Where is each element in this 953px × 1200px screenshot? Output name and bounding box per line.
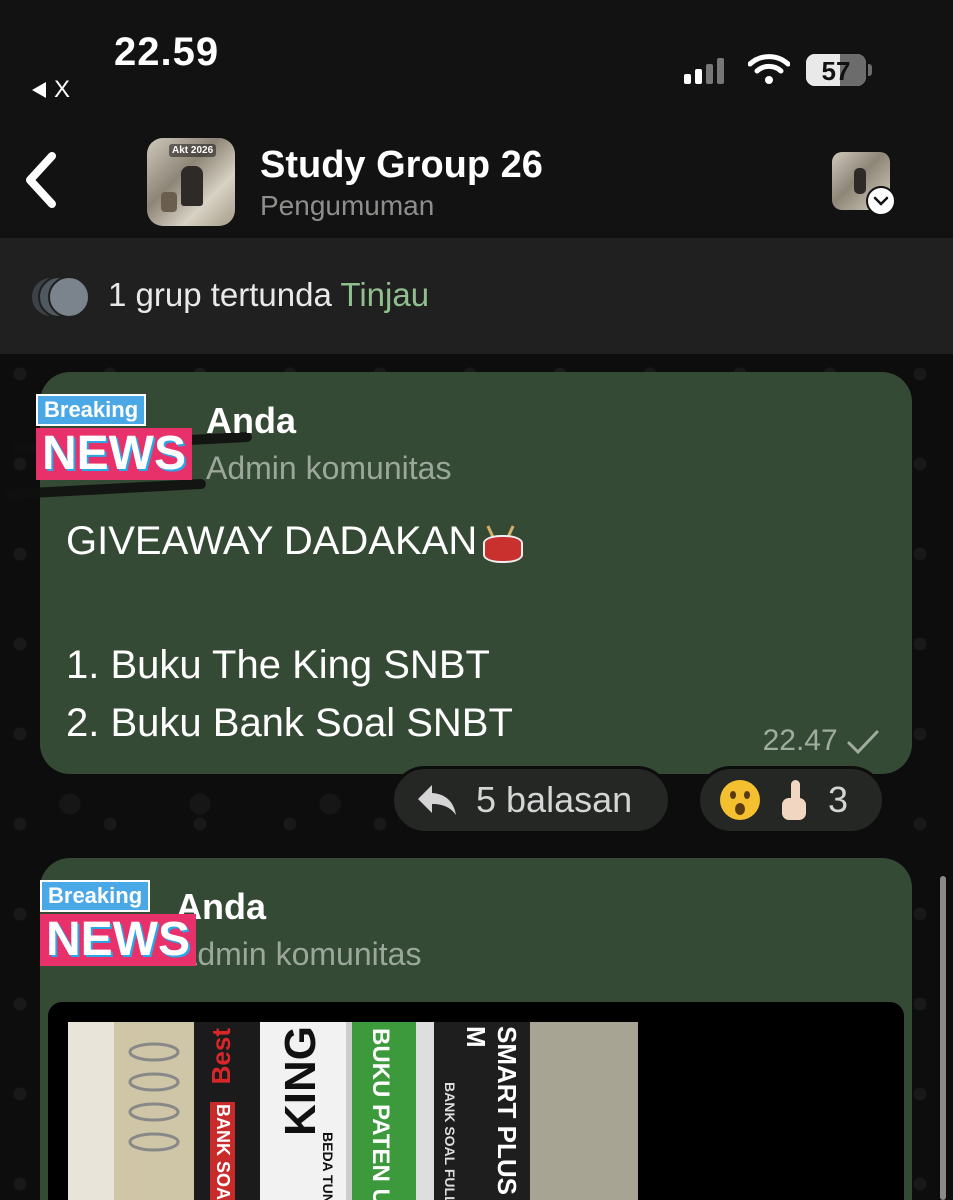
replies-count: 5 balasan <box>476 779 633 820</box>
photo-book: Best BANK SOAL <box>194 1022 260 1200</box>
wifi-icon <box>748 54 790 84</box>
back-triangle-icon <box>32 82 46 98</box>
replies-button[interactable]: 5 balasan <box>391 766 671 834</box>
status-time: 22.59 <box>114 30 220 74</box>
message-line: 2. Buku Bank Soal SNBT <box>66 701 513 745</box>
book-title: BANK SOAL <box>210 1102 235 1200</box>
battery-level: 57 <box>821 56 851 86</box>
community-avatar-figure <box>854 168 866 194</box>
badge-news: NEWS <box>40 914 196 966</box>
breaking-news-badge: Breaking NEWS <box>40 880 196 966</box>
chat-area[interactable]: Anda Admin komunitas Breaking NEWS GIVEA… <box>0 354 953 1200</box>
avatar-figure <box>181 166 203 206</box>
community-switcher[interactable] <box>832 152 896 216</box>
message-photo[interactable]: Best BANK SOAL KING BEDA TUNT BUKU PATEN… <box>48 1002 904 1200</box>
reactions-button[interactable]: 3 <box>697 766 885 834</box>
message-text: GIVEAWAY DADAKAN <box>66 519 478 563</box>
pending-count-text: 1 grup tertunda <box>108 276 332 313</box>
signal-icon <box>684 56 724 84</box>
photo-book: KING BEDA TUNT <box>260 1022 346 1200</box>
book-title: BEDA TUNT <box>320 1132 336 1200</box>
badge-breaking: Breaking <box>40 880 151 912</box>
battery-icon: 57 <box>806 54 866 86</box>
sender-name[interactable]: Anda <box>206 400 296 442</box>
pending-text: 1 grup tertunda Tinjau <box>108 276 429 314</box>
group-title[interactable]: Study Group 26 <box>260 144 543 187</box>
book-title: KING <box>276 1026 325 1136</box>
avatar-figure-2 <box>161 192 177 212</box>
drum-emoji-icon <box>481 525 524 564</box>
book-title: BANK SOAL FULL <box>442 1082 458 1200</box>
message-line: GIVEAWAY DADAKAN <box>66 512 524 570</box>
reaction-count: 3 <box>828 779 849 820</box>
scrollbar[interactable] <box>940 876 946 1200</box>
breaking-news-badge: Breaking NEWS <box>36 394 192 480</box>
sender-role: Admin komunitas <box>176 936 422 972</box>
badge-news: NEWS <box>36 428 192 480</box>
photo-book <box>416 1022 434 1200</box>
review-link[interactable]: Tinjau <box>340 276 429 313</box>
chevron-down-icon <box>866 186 896 216</box>
message-line: 1. Buku The King SNBT <box>66 643 490 687</box>
pointing-up-emoji-icon <box>780 780 808 820</box>
group-subtitle: Pengumuman <box>260 190 435 221</box>
back-to-app-button[interactable]: X <box>32 76 70 104</box>
back-app-label: X <box>54 76 71 103</box>
photo-book <box>530 1022 638 1200</box>
book-title: Best <box>206 1028 236 1085</box>
book-title: SMART PLUS INTI M <box>461 1026 522 1200</box>
photo-book: SMART PLUS INTI M BANK SOAL FULL <box>434 1022 530 1200</box>
pending-groups-banner[interactable]: 1 grup tertunda Tinjau <box>0 238 953 354</box>
status-bar: 22.59 X 57 <box>0 0 953 120</box>
photo-books: Best BANK SOAL KING BEDA TUNT BUKU PATEN… <box>68 1022 638 1200</box>
avatar-caption: Akt 2026 <box>169 144 217 157</box>
photo-book: BUKU PATEN UTE <box>352 1022 416 1200</box>
surprised-emoji-icon <box>720 780 760 820</box>
photo-book <box>114 1022 194 1200</box>
photo-book <box>68 1022 114 1200</box>
battery-nub <box>868 64 872 76</box>
book-title: BUKU PATEN UTE <box>367 1028 394 1200</box>
chat-header: Akt 2026 Study Group 26 Pengumuman <box>0 120 953 238</box>
reply-arrow-icon <box>418 785 456 815</box>
group-avatar[interactable]: Akt 2026 <box>147 138 235 226</box>
message-time: 22.47 <box>762 724 838 757</box>
message-meta: 22.47 <box>763 724 880 758</box>
badge-breaking: Breaking <box>36 394 147 426</box>
back-chevron-icon[interactable] <box>20 150 64 210</box>
stacked-groups-icon <box>30 276 90 318</box>
sender-role: Admin komunitas <box>206 450 452 486</box>
checkmark-icon <box>847 730 879 755</box>
